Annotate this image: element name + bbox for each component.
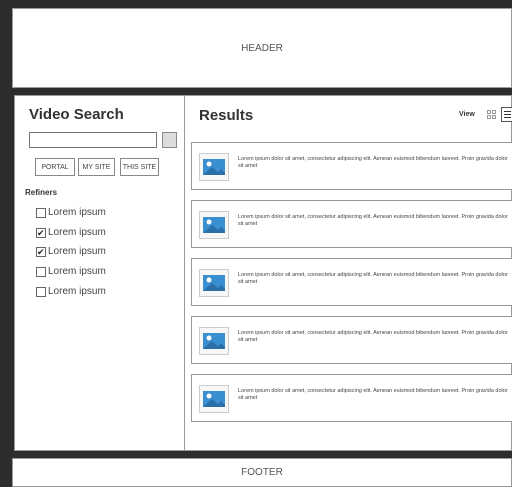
- refiner-label: Lorem ipsum: [48, 207, 106, 218]
- refiner-label: Lorem ipsum: [48, 227, 106, 238]
- results-title: Results: [199, 107, 254, 124]
- refiner-item[interactable]: Lorem ipsum: [36, 227, 106, 238]
- result-text: Lorem ipsum dolor sit amet, consectetur …: [238, 272, 508, 285]
- header-region: HEADER: [12, 8, 512, 88]
- list-view-icon[interactable]: [501, 107, 512, 122]
- result-text: Lorem ipsum dolor sit amet, consectetur …: [238, 156, 508, 169]
- main-panel: Video Search PORTAL MY SITE THIS SITE Re…: [14, 95, 512, 451]
- refiner-label: Lorem ipsum: [48, 286, 106, 297]
- header-label: HEADER: [241, 42, 283, 54]
- result-text: Lorem ipsum dolor sit amet, consectetur …: [238, 330, 508, 343]
- refiner-checkbox[interactable]: [36, 266, 46, 277]
- result-text: Lorem ipsum dolor sit amet, consectetur …: [238, 214, 508, 227]
- refiner-label: Lorem ipsum: [48, 266, 106, 277]
- scope-portal-button[interactable]: PORTAL: [35, 158, 75, 176]
- refiners-heading: Refiners: [25, 188, 58, 197]
- refiner-checkbox[interactable]: [36, 207, 46, 218]
- sidebar-title: Video Search: [29, 106, 124, 123]
- refiner-item[interactable]: Lorem ipsum: [36, 286, 106, 297]
- video-thumbnail-icon[interactable]: [199, 153, 229, 181]
- refiner-checkbox[interactable]: [36, 246, 46, 257]
- footer-label: FOOTER: [241, 467, 283, 478]
- result-text: Lorem ipsum dolor sit amet, consectetur …: [238, 388, 508, 401]
- view-label: View: [459, 111, 475, 118]
- scope-this-site-button[interactable]: THIS SITE: [120, 158, 159, 176]
- video-thumbnail-icon[interactable]: [199, 269, 229, 297]
- video-thumbnail-icon[interactable]: [199, 211, 229, 239]
- result-item[interactable]: Lorem ipsum dolor sit amet, consectetur …: [191, 258, 512, 306]
- result-item[interactable]: Lorem ipsum dolor sit amet, consectetur …: [191, 374, 512, 422]
- result-item[interactable]: Lorem ipsum dolor sit amet, consectetur …: [191, 142, 512, 190]
- refiner-checkbox[interactable]: [36, 227, 46, 238]
- refiner-checkbox[interactable]: [36, 286, 46, 297]
- refiner-item[interactable]: Lorem ipsum: [36, 207, 106, 218]
- search-input[interactable]: [29, 132, 157, 148]
- video-thumbnail-icon[interactable]: [199, 327, 229, 355]
- search-button[interactable]: [162, 132, 177, 148]
- scope-my-site-button[interactable]: MY SITE: [78, 158, 115, 176]
- grid-view-icon[interactable]: [487, 110, 497, 120]
- result-item[interactable]: Lorem ipsum dolor sit amet, consectetur …: [191, 316, 512, 364]
- footer-region: FOOTER: [12, 458, 512, 487]
- search-sidebar: Video Search PORTAL MY SITE THIS SITE Re…: [15, 96, 185, 450]
- video-thumbnail-icon[interactable]: [199, 385, 229, 413]
- refiner-label: Lorem ipsum: [48, 246, 106, 257]
- refiner-item[interactable]: Lorem ipsum: [36, 246, 106, 257]
- result-item[interactable]: Lorem ipsum dolor sit amet, consectetur …: [191, 200, 512, 248]
- refiner-item[interactable]: Lorem ipsum: [36, 266, 106, 277]
